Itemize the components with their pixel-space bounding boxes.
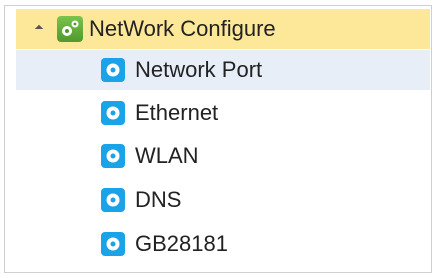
tree-item-ethernet[interactable]: Ethernet — [16, 93, 430, 133]
tree-item-label: Network Port — [135, 57, 263, 82]
tree-item-network-port[interactable]: Network Port — [16, 50, 430, 90]
tree-item-label: WLAN — [135, 143, 199, 168]
gear-icon — [101, 144, 125, 168]
collapse-arrow-icon[interactable] — [34, 24, 44, 34]
tree-node-network-configure[interactable]: NetWork Configure — [16, 9, 430, 49]
tree-item-gb28181[interactable]: GB28181 — [16, 224, 430, 264]
gear-icon — [101, 58, 125, 82]
tree-item-label: GB28181 — [135, 231, 228, 256]
tree-item-label: DNS — [135, 187, 182, 212]
tree-root-label: NetWork Configure — [89, 16, 276, 41]
gear-icon — [101, 232, 125, 256]
gear-icon — [101, 188, 125, 212]
tree-panel: NetWork Configure Network Port Ethernet … — [4, 5, 432, 273]
gear-icon — [101, 101, 125, 125]
tree-item-label: Ethernet — [135, 100, 219, 125]
tree-item-dns[interactable]: DNS — [16, 180, 430, 220]
tree-item-wlan[interactable]: WLAN — [16, 136, 430, 176]
gears-icon — [57, 16, 83, 42]
